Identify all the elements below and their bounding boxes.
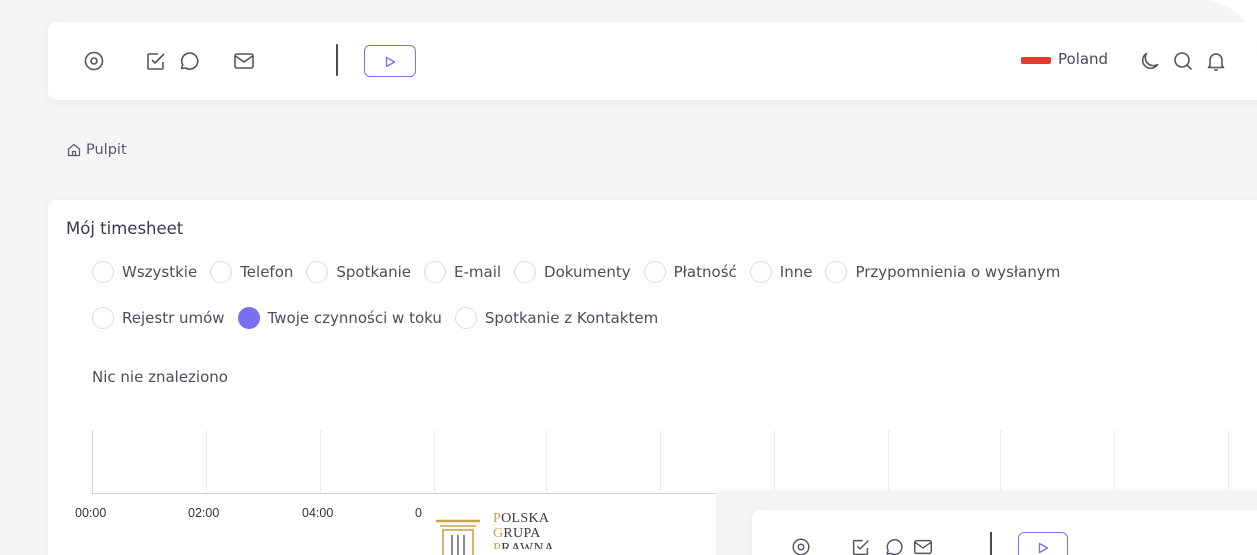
filter-spotkanie[interactable]: Spotkanie <box>306 261 411 283</box>
filter-label: Płatność <box>673 263 737 281</box>
radio-button[interactable] <box>749 261 772 283</box>
filter-platnosc[interactable]: Płatność <box>643 261 737 283</box>
checkbox-icon[interactable] <box>850 536 872 555</box>
timeline-label: 04:00 <box>302 506 334 520</box>
logo-letter: P <box>493 511 502 526</box>
filter-label: Dokumenty <box>544 263 631 281</box>
card-title: Mój timesheet <box>66 219 184 238</box>
timeline-gridline <box>320 430 321 494</box>
timeline-gridline <box>888 430 889 494</box>
moon-icon[interactable] <box>1138 49 1162 73</box>
filter-dokumenty[interactable]: Dokumenty <box>514 261 631 283</box>
timeline-gridline <box>546 430 547 494</box>
radio-button[interactable] <box>424 261 447 283</box>
timeline-gridline <box>434 430 435 494</box>
radio-button[interactable] <box>92 261 114 283</box>
mini-top-bar <box>752 510 1257 555</box>
timeline-gridline <box>1000 430 1001 494</box>
mail-icon[interactable] <box>912 536 934 555</box>
filter-label: Rejestr umów <box>122 309 225 327</box>
timeline-gridline <box>92 430 93 494</box>
logo-letter: P <box>493 541 502 549</box>
filter-label: Spotkanie <box>336 263 412 281</box>
filter-spotkanie-z-kontaktem[interactable]: Spotkanie z Kontaktem <box>454 307 659 329</box>
app-frame: Poland Pulpit Mój timesheet Wszystkie Te… <box>0 0 1257 555</box>
timeline-label: 0 <box>415 506 422 520</box>
timeline-label: 00:00 <box>75 506 107 520</box>
country-selector[interactable]: Poland <box>1058 48 1108 70</box>
radio-button[interactable] <box>643 261 666 283</box>
polska-grupa-prawna-logo: POLSKA GRUPA PRAWNA <box>430 509 580 555</box>
logo-word: OLSKA <box>501 511 550 526</box>
radio-button[interactable] <box>514 261 537 283</box>
filter-label: Twoje czynności w toku <box>267 309 442 327</box>
filter-wszystkie[interactable]: Wszystkie <box>92 261 197 283</box>
chat-icon[interactable] <box>176 49 200 73</box>
timeline-gridline <box>774 430 775 494</box>
timeline <box>48 430 1257 494</box>
target-icon[interactable] <box>82 49 106 73</box>
top-bar: Poland <box>48 22 1257 100</box>
play-button[interactable] <box>364 45 416 77</box>
timeline-gridline <box>206 430 207 494</box>
poland-flag-icon[interactable] <box>1021 57 1051 64</box>
timeline-gridline <box>1228 430 1229 494</box>
filter-twoje-czynnosci[interactable]: Twoje czynności w toku <box>237 307 442 329</box>
chat-icon[interactable] <box>882 536 904 555</box>
mini-window-preview <box>716 490 1257 555</box>
filter-label: Inne <box>779 263 813 281</box>
play-icon <box>383 54 397 68</box>
radio-button[interactable] <box>306 261 329 283</box>
logo-letter: G <box>493 526 504 541</box>
logo-word: RUPA <box>503 526 541 541</box>
radio-button[interactable] <box>210 261 233 283</box>
home-icon <box>66 142 82 158</box>
play-button[interactable] <box>1018 532 1068 555</box>
logo-word: RAWNA <box>501 541 555 549</box>
filter-label: E-mail <box>454 263 502 281</box>
filter-label: Telefon <box>240 263 294 281</box>
timeline-gridline <box>660 430 661 494</box>
filter-label: Wszystkie <box>122 263 198 281</box>
radio-button[interactable] <box>92 307 114 329</box>
filter-label: Spotkanie z Kontaktem <box>484 309 659 327</box>
pillar-logo-icon <box>430 513 486 555</box>
bell-icon[interactable] <box>1204 49 1228 73</box>
toolbar-divider <box>336 44 338 76</box>
filter-label: Przypomnienia o wysłanym <box>855 263 1061 281</box>
toolbar-divider <box>990 532 992 555</box>
timeline-gridline <box>1114 430 1115 494</box>
breadcrumb-label: Pulpit <box>86 142 127 158</box>
radio-button-selected[interactable] <box>237 307 260 329</box>
filter-row-2: Rejestr umów Twoje czynności w toku Spot… <box>92 307 671 329</box>
radio-button[interactable] <box>454 307 477 329</box>
logo-text: POLSKA GRUPA PRAWNA <box>493 511 554 549</box>
filter-email[interactable]: E-mail <box>424 261 501 283</box>
target-icon[interactable] <box>790 536 812 555</box>
empty-message: Nic nie znaleziono <box>92 368 228 386</box>
radio-button[interactable] <box>825 261 848 283</box>
breadcrumb[interactable]: Pulpit <box>66 142 127 158</box>
filter-inne[interactable]: Inne <box>749 261 813 283</box>
filter-przypomnienia[interactable]: Przypomnienia o wysłanym <box>825 261 1060 283</box>
play-icon <box>1036 540 1050 554</box>
timeline-label: 02:00 <box>188 506 220 520</box>
mail-icon[interactable] <box>232 49 256 73</box>
filter-row-1: Wszystkie Telefon Spotkanie E-mail Dokum… <box>92 261 1073 283</box>
filter-telefon[interactable]: Telefon <box>210 261 293 283</box>
checkbox-icon[interactable] <box>144 49 168 73</box>
search-icon[interactable] <box>1171 49 1195 73</box>
filter-rejestr-umow[interactable]: Rejestr umów <box>92 307 225 329</box>
